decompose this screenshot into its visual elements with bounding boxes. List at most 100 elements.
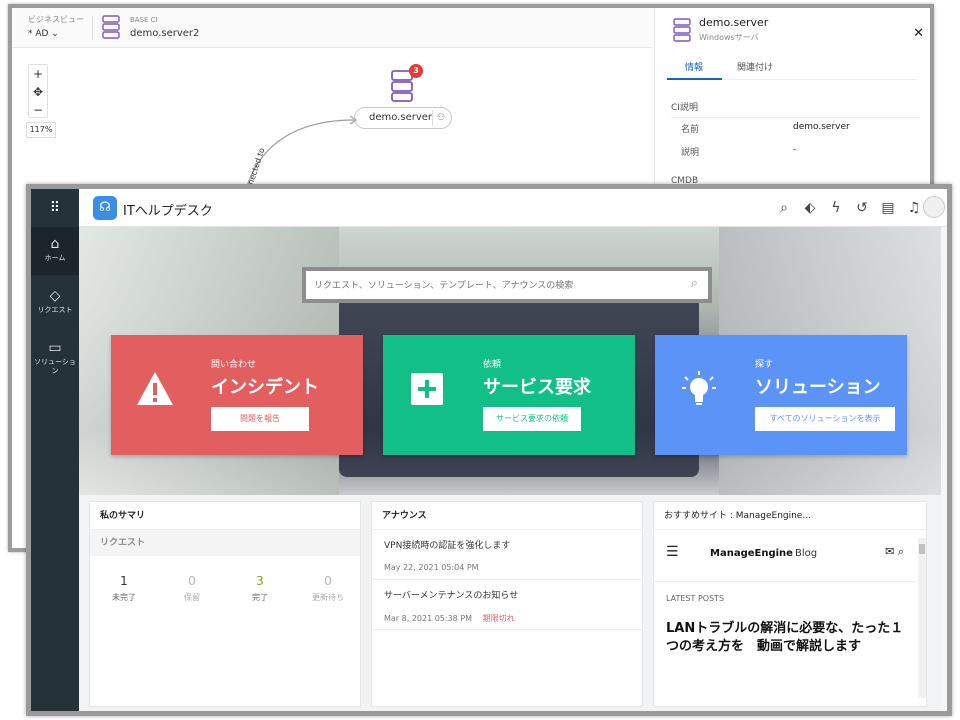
card-title: サービス要求 (483, 377, 591, 398)
top-bar: ⠿ ☊ ITヘルプデスク ⌕ ⬖ ϟ ↺ ▤ ♫ (31, 189, 947, 227)
blog-brand-suffix: Blog (794, 548, 818, 559)
zoom-control: + ✥ − (28, 64, 48, 118)
view-all-solutions-button[interactable]: すべてのソリューションを表示 (755, 407, 895, 431)
plus-icon (411, 373, 443, 405)
widget-title: おすすめサイト : ManageEngine... (654, 502, 926, 530)
node-alert-badge: 3 (409, 64, 423, 78)
sidebar-item-label: リクエスト (37, 306, 73, 314)
search-input[interactable] (314, 277, 674, 295)
stat-label: 未完了 (112, 593, 136, 602)
search-icon[interactable]: ⌕ (775, 199, 793, 217)
field-name-value: demo.server (793, 122, 850, 132)
server-icon (673, 18, 691, 42)
headset-icon: ☊ (93, 196, 117, 220)
stat-label: 完了 (252, 593, 268, 602)
card-title: ソリューション (755, 377, 881, 398)
expired-badge: 期限切れ (482, 614, 515, 623)
stat-onhold[interactable]: 0 保留 (158, 574, 226, 603)
announcement-date: Mar 8, 2021 05:38 PM (384, 614, 473, 623)
search-icon[interactable]: ⌕ (691, 276, 698, 291)
stat-value: 1 (120, 574, 128, 588)
stat-value: 3 (256, 574, 264, 588)
field-desc-value: - (793, 145, 797, 155)
zoom-level: 117% (26, 122, 56, 138)
request-icon: ◇ (49, 288, 61, 304)
bolt-icon[interactable]: ϟ (827, 199, 845, 217)
mail-icon[interactable]: ✉ (885, 545, 894, 558)
latest-posts-label: LATEST POSTS (666, 594, 725, 603)
announcement-date: May 22, 2021 05:04 PM (384, 563, 479, 572)
tab-info[interactable]: 情報 (685, 60, 703, 73)
section-ci-description: CI説明 (671, 100, 921, 118)
announcement-meta: Mar 8, 2021 05:38 PM 期限切れ (384, 613, 630, 624)
widget-title: 私のサマリ (90, 502, 360, 530)
widget-title: アナウンス (372, 502, 642, 530)
stat-label: 保留 (184, 593, 200, 602)
list-item[interactable]: VPN接続時の認証を強化します May 22, 2021 05:04 PM (372, 530, 642, 580)
relationship-icon[interactable]: ⚇ (432, 110, 449, 126)
solutions-card[interactable]: 探す ソリューション すべてのソリューションを表示 (655, 335, 907, 455)
blog-brand-name: ManageEngine (710, 548, 793, 559)
tab-relationships[interactable]: 関連付け (737, 60, 773, 73)
active-tab-indicator (667, 78, 722, 80)
portal-title: ITヘルプデスク (123, 204, 213, 219)
stat-completed[interactable]: 3 完了 (226, 574, 294, 603)
stat-awaiting-update[interactable]: 0 更新待ち (294, 574, 360, 603)
header-divider (92, 16, 93, 40)
report-issue-button[interactable]: 問題を報告 (211, 407, 309, 431)
zoom-in-button[interactable]: + (29, 65, 47, 83)
card-title: インシデント (211, 377, 319, 398)
announcements-widget: アナウンス VPN接続時の認証を強化します May 22, 2021 05:04… (371, 501, 643, 707)
global-search: ⌕ (302, 267, 712, 303)
service-request-card[interactable]: 依頼 サービス要求 サービス要求の依頼 (383, 335, 635, 455)
servicedesk-portal-window: ⠿ ☊ ITヘルプデスク ⌕ ⬖ ϟ ↺ ▤ ♫ ⌂ ホーム ◇ リクエスト ▭… (26, 184, 952, 716)
sidebar-item-requests[interactable]: ◇ リクエスト (31, 279, 79, 327)
stat-value: 0 (188, 574, 196, 588)
card-caption: 依頼 (483, 360, 502, 370)
scrollbar[interactable] (941, 227, 947, 711)
card-caption: 探す (755, 360, 774, 370)
toolbar-icons: ⌕ ⬖ ϟ ↺ ▤ ♫ (775, 199, 923, 219)
incident-card[interactable]: 問い合わせ インシデント 問題を報告 (111, 335, 363, 455)
blog-actions: ✉ ⌕ (885, 545, 904, 559)
card-caption: 問い合わせ (211, 360, 257, 370)
hamburger-menu-icon[interactable]: ☰ (666, 544, 679, 560)
hero-banner: ⌕ 問い合わせ インシデント 問題を報告 依頼 サービス要求 サービス要求の依頼 (79, 227, 941, 495)
scrollbar[interactable] (918, 538, 926, 698)
list-item[interactable]: サーバーメンテナンスのお知らせ Mar 8, 2021 05:38 PM 期限切… (372, 580, 642, 630)
avatar[interactable] (923, 196, 945, 218)
zoom-out-button[interactable]: − (29, 101, 47, 119)
recenter-button[interactable]: ✥ (29, 83, 47, 101)
lightbulb-icon (682, 371, 716, 405)
history-icon[interactable]: ↺ (853, 199, 871, 217)
base-ci-value: demo.server2 (130, 28, 200, 39)
field-name-label: 名前 (681, 125, 700, 135)
book-icon: ▭ (48, 340, 62, 356)
summary-stats: 1 未完了 0 保留 3 完了 0 更新待ち (90, 574, 360, 603)
notes-icon[interactable]: ▤ (879, 199, 897, 217)
announcement-title: VPN接続時の認証を強化します (384, 541, 511, 551)
base-ci-label: BASE CI (130, 16, 158, 24)
apps-grid-icon[interactable]: ⠿ (31, 189, 79, 227)
summary-subheader: リクエスト (90, 530, 360, 556)
tag-icon[interactable]: ⬖ (801, 199, 819, 217)
ci-type: Windowsサーバ (699, 33, 759, 42)
sidebar-item-solutions[interactable]: ▭ ソリューション (31, 331, 79, 379)
stat-value: 0 (324, 574, 332, 588)
scrollbar-thumb[interactable] (919, 544, 925, 554)
request-service-button[interactable]: サービス要求の依頼 (483, 407, 581, 431)
close-icon[interactable]: ✕ (913, 26, 924, 41)
my-summary-widget: 私のサマリ リクエスト 1 未完了 0 保留 3 完了 0 更新待ち (89, 501, 361, 707)
bell-icon[interactable]: ♫ (905, 199, 923, 217)
business-view-select[interactable]: * AD ⌄ (28, 29, 59, 39)
blog-post-title[interactable]: LANトラブルの解消に必要な、たった１つの考え方を 動画で解説します (666, 620, 912, 656)
recommended-site-widget: おすすめサイト : ManageEngine... ☰ ManageEngine… (653, 501, 927, 707)
dashboard-widgets: 私のサマリ リクエスト 1 未完了 0 保留 3 完了 0 更新待ち アナウンス… (79, 495, 941, 711)
sidebar-item-home[interactable]: ⌂ ホーム (31, 227, 79, 275)
field-desc-label: 説明 (681, 148, 700, 158)
warning-icon (137, 372, 173, 405)
blog-logo[interactable]: ManageEngine Blog (710, 548, 817, 559)
search-icon[interactable]: ⌕ (898, 545, 904, 558)
ci-title: demo.server (699, 16, 769, 29)
stat-open[interactable]: 1 未完了 (90, 574, 158, 603)
